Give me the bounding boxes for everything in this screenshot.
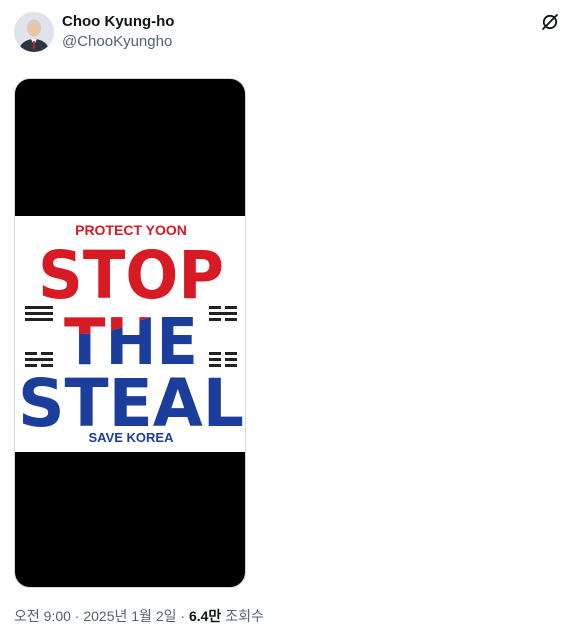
avatar[interactable] xyxy=(14,12,54,52)
tweet-media-image[interactable]: STOP THE THE STEAL PROTECT YOON SAVE KOR… xyxy=(14,78,246,588)
stop-the-steal-poster: STOP THE THE STEAL PROTECT YOON SAVE KOR… xyxy=(15,216,245,452)
grok-icon xyxy=(542,14,558,30)
author-names: Choo Kyung-ho @ChooKyungho xyxy=(62,12,174,52)
views-count: 6.4만 xyxy=(188,608,222,624)
tweet-meta: 오전 9:00 · 2025년 1월 2일 · 6.4만 조회수 xyxy=(14,606,264,626)
tweet-date: 2025년 1월 2일 xyxy=(83,608,177,624)
poster-bottom-line: SAVE KOREA xyxy=(88,430,174,445)
meta-separator: · xyxy=(70,608,84,624)
tweet-time: 오전 9:00 xyxy=(14,608,71,624)
poster-word-stop: STOP xyxy=(38,237,224,314)
tweet-header: Choo Kyung-ho @ChooKyungho xyxy=(14,12,570,56)
poster-top-line: PROTECT YOON xyxy=(75,222,187,238)
poster-graphic: STOP THE THE STEAL xyxy=(18,237,244,442)
author-display-name[interactable]: Choo Kyung-ho xyxy=(62,12,174,32)
author-handle[interactable]: @ChooKyungho xyxy=(62,32,174,52)
views-label: 조회수 xyxy=(221,608,264,624)
avatar-portrait-icon xyxy=(14,12,54,52)
meta-separator: · xyxy=(176,608,189,624)
tweet-timestamp[interactable]: 오전 9:00 · 2025년 1월 2일 xyxy=(14,608,177,624)
grok-button[interactable] xyxy=(540,12,560,32)
